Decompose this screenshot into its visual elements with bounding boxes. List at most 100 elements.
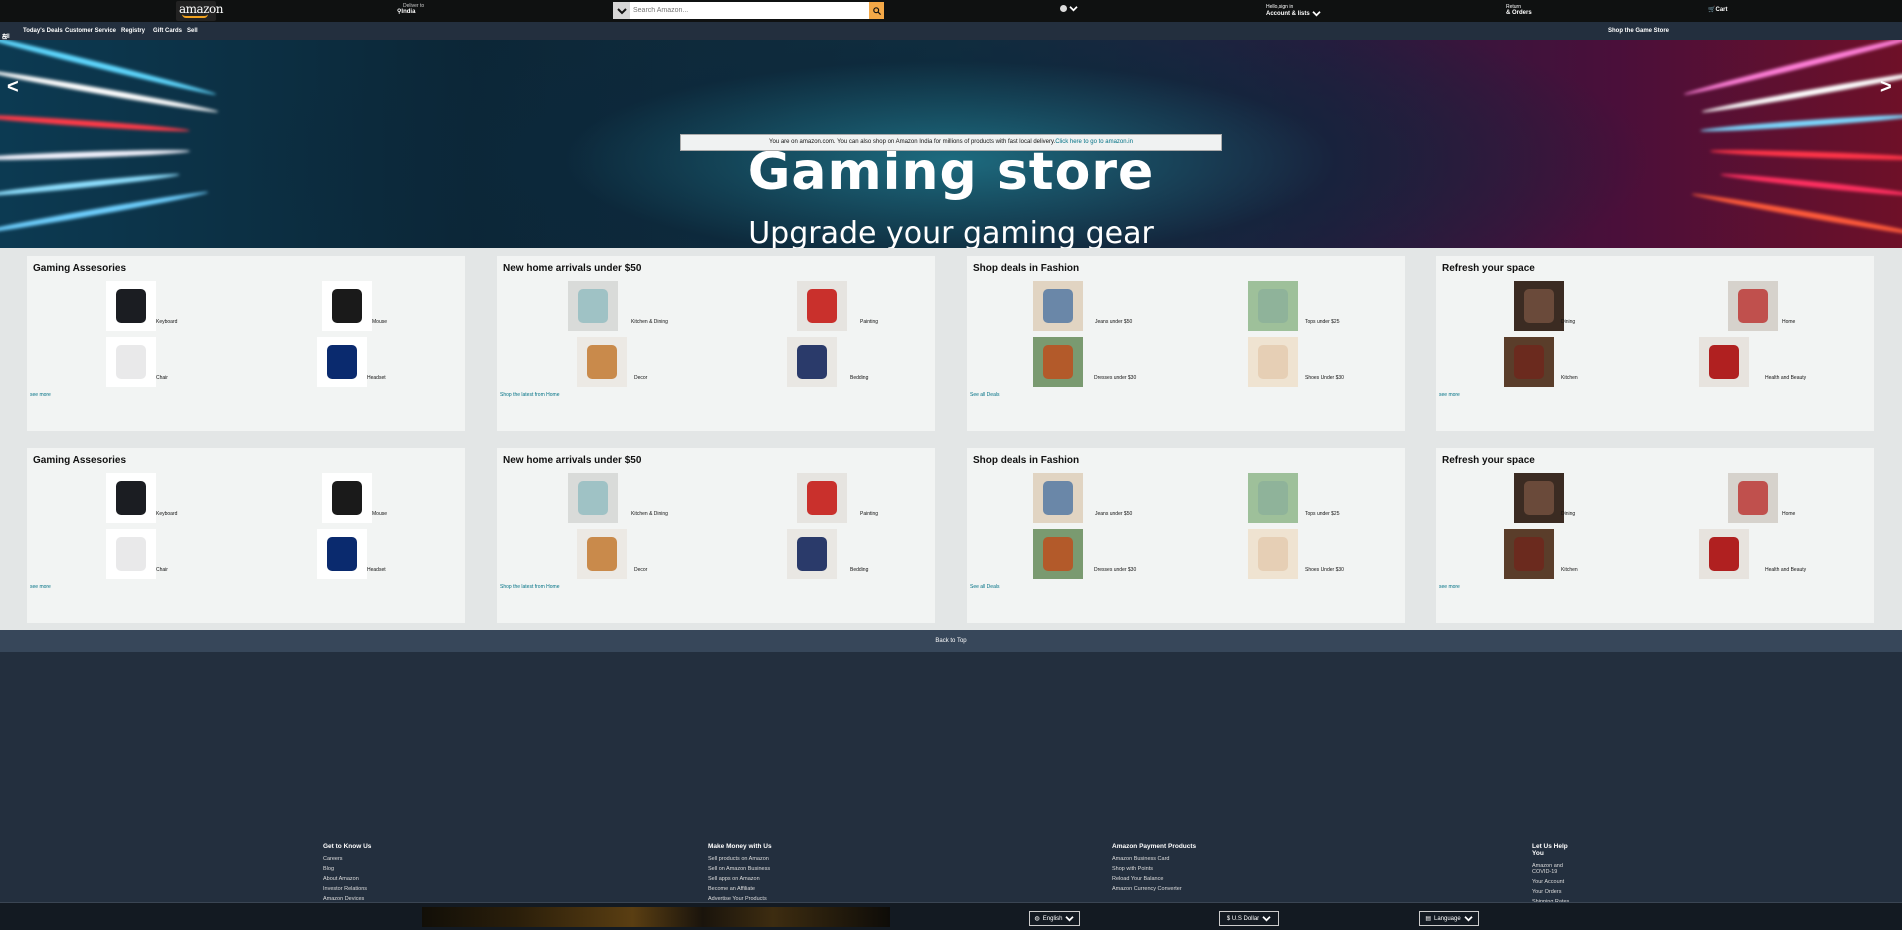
carousel-next-button[interactable]: > — [1880, 76, 1892, 99]
product-caption[interactable]: Kitchen & Dining — [631, 319, 668, 325]
back-to-top-button[interactable]: Back to Top — [0, 630, 1902, 652]
product-caption[interactable]: Painting — [860, 511, 878, 517]
product-thumbnail[interactable] — [1033, 281, 1083, 331]
language-select[interactable]: ◍ English — [1029, 911, 1080, 926]
product-caption[interactable]: Shoes Under $30 — [1305, 567, 1344, 573]
product-caption[interactable]: Headset — [367, 567, 386, 573]
product-caption[interactable]: Kitchen — [1561, 375, 1578, 381]
subnav-promo[interactable]: Shop the Game Store — [1608, 28, 1669, 34]
product-caption[interactable]: Dining — [1561, 319, 1575, 325]
product-caption[interactable]: Bedding — [850, 375, 868, 381]
returns-orders[interactable]: Return & Orders — [1506, 4, 1532, 16]
product-thumbnail[interactable] — [568, 473, 618, 523]
subnav-gift-cards[interactable]: Gift Cards — [153, 28, 182, 34]
product-caption[interactable]: Jeans under $50 — [1095, 319, 1132, 325]
product-thumbnail[interactable] — [1699, 337, 1749, 387]
subnav-registry[interactable]: Registry — [121, 28, 145, 34]
product-thumbnail[interactable] — [1514, 281, 1564, 331]
product-caption[interactable]: Painting — [860, 319, 878, 325]
product-caption[interactable]: Keyboard — [156, 319, 177, 325]
product-thumbnail[interactable] — [1728, 281, 1778, 331]
product-caption[interactable]: Keyboard — [156, 511, 177, 517]
product-caption[interactable]: Tops under $25 — [1305, 511, 1339, 517]
carousel-prev-button[interactable]: < — [7, 76, 19, 99]
product-thumbnail[interactable] — [1033, 337, 1083, 387]
footer-link[interactable]: Sell apps on Amazon — [708, 876, 772, 882]
footer-link[interactable]: Blog — [323, 866, 371, 872]
footer-link[interactable]: Become an Affiliate — [708, 886, 772, 892]
product-thumbnail[interactable] — [1248, 529, 1298, 579]
footer-link[interactable]: Careers — [323, 856, 371, 862]
product-caption[interactable]: Chair — [156, 567, 168, 573]
search-button[interactable] — [869, 2, 884, 19]
card-see-more-link[interactable]: See all Deals — [970, 584, 999, 590]
footer-link[interactable]: Investor Relations — [323, 886, 371, 892]
product-thumbnail[interactable] — [577, 529, 627, 579]
product-caption[interactable]: Jeans under $50 — [1095, 511, 1132, 517]
region-language-select[interactable]: ▤ Language — [1419, 911, 1479, 926]
card-see-more-link[interactable]: See all Deals — [970, 392, 999, 398]
product-thumbnail[interactable] — [106, 281, 156, 331]
card-see-more-link[interactable]: see more — [30, 584, 51, 590]
product-thumbnail[interactable] — [1248, 281, 1298, 331]
card-see-more-link[interactable]: see more — [1439, 392, 1460, 398]
subnav-sell[interactable]: Sell — [187, 28, 198, 34]
product-thumbnail[interactable] — [106, 337, 156, 387]
product-thumbnail[interactable] — [322, 281, 372, 331]
product-caption[interactable]: Kitchen & Dining — [631, 511, 668, 517]
product-thumbnail[interactable] — [1033, 473, 1083, 523]
product-thumbnail[interactable] — [1248, 473, 1298, 523]
card-see-more-link[interactable]: see more — [30, 392, 51, 398]
product-caption[interactable]: Decor — [634, 375, 647, 381]
product-caption[interactable]: Mouse — [372, 511, 387, 517]
go-to-amazon-in-link[interactable]: Click here to go to amazon.in — [1055, 139, 1133, 145]
product-thumbnail[interactable] — [1504, 337, 1554, 387]
footer-link[interactable]: Your Account — [1532, 879, 1576, 885]
product-caption[interactable]: Headset — [367, 375, 386, 381]
card-see-more-link[interactable]: Shop the latest from Home — [500, 584, 559, 590]
product-thumbnail[interactable] — [1699, 529, 1749, 579]
footer-link[interactable]: Amazon Currency Converter — [1112, 886, 1196, 892]
product-caption[interactable]: Mouse — [372, 319, 387, 325]
product-thumbnail[interactable] — [1248, 337, 1298, 387]
product-thumbnail[interactable] — [317, 529, 367, 579]
product-caption[interactable]: Dining — [1561, 511, 1575, 517]
language-flag-selector[interactable] — [1060, 5, 1078, 12]
deliver-to[interactable]: Deliver to ⚲India — [397, 3, 424, 15]
product-caption[interactable]: Home — [1782, 511, 1795, 517]
search-category-dropdown[interactable] — [613, 2, 630, 19]
product-caption[interactable]: Dresses under $30 — [1094, 375, 1136, 381]
product-thumbnail[interactable] — [106, 529, 156, 579]
product-thumbnail[interactable] — [787, 529, 837, 579]
product-thumbnail[interactable] — [568, 281, 618, 331]
product-thumbnail[interactable] — [1033, 529, 1083, 579]
product-thumbnail[interactable] — [787, 337, 837, 387]
product-thumbnail[interactable] — [1504, 529, 1554, 579]
subnav-todays-deals[interactable]: Today's Deals — [23, 28, 63, 34]
product-caption[interactable]: Dresses under $30 — [1094, 567, 1136, 573]
product-thumbnail[interactable] — [1514, 473, 1564, 523]
subnav-customer-service[interactable]: Customer Service — [65, 28, 116, 34]
footer-link[interactable]: Your Orders — [1532, 889, 1576, 895]
product-caption[interactable]: Health and Beauty — [1765, 375, 1806, 381]
footer-link[interactable]: Sell products on Amazon — [708, 856, 772, 862]
product-caption[interactable]: Decor — [634, 567, 647, 573]
product-caption[interactable]: Kitchen — [1561, 567, 1578, 573]
amazon-logo[interactable]: amazon — [176, 1, 223, 21]
footer-link[interactable]: About Amazon — [323, 876, 371, 882]
currency-select[interactable]: $ U.S Dollar — [1219, 911, 1279, 926]
footer-link[interactable]: Reload Your Balance — [1112, 876, 1196, 882]
product-thumbnail[interactable] — [797, 281, 847, 331]
footer-link[interactable]: Amazon Business Card — [1112, 856, 1196, 862]
product-thumbnail[interactable] — [797, 473, 847, 523]
card-see-more-link[interactable]: see more — [1439, 584, 1460, 590]
product-caption[interactable]: Home — [1782, 319, 1795, 325]
product-caption[interactable]: Chair — [156, 375, 168, 381]
footer-link[interactable]: Amazon and COVID-19 — [1532, 863, 1576, 875]
product-thumbnail[interactable] — [106, 473, 156, 523]
product-thumbnail[interactable] — [577, 337, 627, 387]
cart-button[interactable]: 🛒Cart — [1708, 6, 1728, 13]
product-caption[interactable]: Shoes Under $30 — [1305, 375, 1344, 381]
product-caption[interactable]: Health and Beauty — [1765, 567, 1806, 573]
footer-link[interactable]: Shop with Points — [1112, 866, 1196, 872]
